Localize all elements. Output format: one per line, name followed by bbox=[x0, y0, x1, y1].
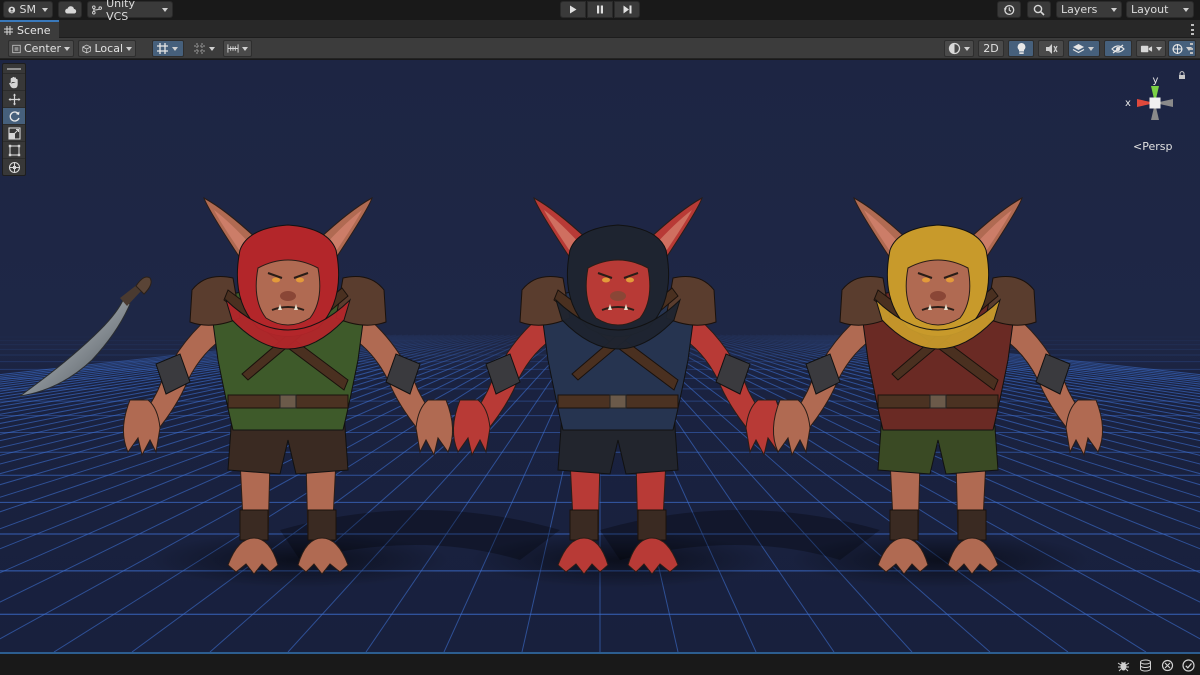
camera-dropdown[interactable] bbox=[1136, 40, 1166, 57]
layers-label: Layers bbox=[1061, 3, 1098, 16]
incremental-snap-icon bbox=[227, 44, 239, 53]
scene-toolbar: Center Local 2D bbox=[0, 38, 1200, 59]
incremental-snap-toggle[interactable] bbox=[223, 40, 252, 57]
autogenerate-icon[interactable] bbox=[1161, 659, 1174, 672]
draw-mode-icon bbox=[948, 42, 961, 55]
chevron-down-icon bbox=[172, 46, 178, 51]
pivot-center-icon bbox=[12, 44, 21, 53]
persp-label: Persp bbox=[1142, 140, 1173, 153]
layers-dropdown[interactable]: Layers bbox=[1056, 1, 1122, 18]
draw-mode-dropdown[interactable] bbox=[944, 40, 974, 57]
audio-icon bbox=[1045, 43, 1058, 54]
projection-toggle[interactable]: <Persp bbox=[1133, 140, 1172, 153]
tab-scene-label: Scene bbox=[17, 23, 51, 37]
window-tab-bar: Scene bbox=[0, 20, 1200, 38]
rect-tool[interactable] bbox=[3, 141, 25, 158]
pause-button[interactable] bbox=[587, 1, 613, 18]
chevron-down-icon bbox=[1088, 46, 1094, 51]
grid-snap-toggle[interactable] bbox=[152, 40, 184, 57]
pause-icon bbox=[597, 5, 603, 14]
grid-icon bbox=[194, 43, 205, 54]
hand-icon bbox=[8, 76, 18, 88]
cloud-icon bbox=[64, 6, 76, 14]
audio-toggle[interactable] bbox=[1038, 40, 1064, 57]
play-button[interactable] bbox=[560, 1, 586, 18]
chevron-down-icon bbox=[64, 46, 70, 51]
lock-icon[interactable] bbox=[1179, 71, 1185, 79]
lighting-icon bbox=[1017, 43, 1025, 54]
visibility-toggle[interactable] bbox=[1104, 40, 1132, 57]
playmode-controls bbox=[560, 1, 640, 18]
account-label: SM bbox=[19, 3, 36, 16]
check-icon[interactable] bbox=[1182, 659, 1195, 672]
scene-grid-icon bbox=[4, 25, 13, 35]
gizmo-y-label: y bbox=[1153, 75, 1159, 86]
chevron-down-icon bbox=[1111, 7, 1117, 12]
transform-icon bbox=[8, 161, 20, 173]
rotate-tool[interactable] bbox=[3, 107, 25, 124]
chevron-down-icon bbox=[1156, 46, 1162, 51]
scale-icon bbox=[7, 126, 21, 140]
more-icon[interactable] bbox=[1190, 43, 1193, 54]
visibility-icon bbox=[1111, 43, 1125, 54]
tab-scene[interactable]: Scene bbox=[0, 20, 59, 38]
pivot-label: Center bbox=[23, 42, 61, 55]
bug-icon[interactable] bbox=[1117, 659, 1130, 672]
local-cube-icon bbox=[82, 44, 92, 53]
effects-icon bbox=[1072, 43, 1085, 53]
chevron-down-icon bbox=[162, 7, 168, 12]
step-button[interactable] bbox=[614, 1, 640, 18]
lighting-toggle[interactable] bbox=[1008, 40, 1034, 57]
effects-dropdown[interactable] bbox=[1068, 40, 1100, 57]
gizmo-x-label: x bbox=[1125, 98, 1131, 109]
status-bar bbox=[0, 652, 1200, 675]
persp-prefix-icon: < bbox=[1133, 140, 1143, 153]
vcs-branch-icon bbox=[92, 5, 102, 14]
move-tool[interactable] bbox=[3, 90, 25, 107]
palette-grip[interactable] bbox=[3, 64, 25, 73]
tab-menu-icon[interactable] bbox=[1191, 24, 1194, 35]
chevron-down-icon bbox=[126, 46, 132, 51]
scale-tool[interactable] bbox=[3, 124, 25, 141]
search-icon bbox=[1033, 4, 1045, 16]
gizmo-center[interactable] bbox=[1149, 97, 1161, 109]
rotate-icon bbox=[9, 110, 20, 122]
layout-dropdown[interactable]: Layout bbox=[1126, 1, 1194, 18]
camera-icon bbox=[1140, 45, 1153, 52]
transform-tool[interactable] bbox=[3, 158, 25, 175]
move-icon bbox=[8, 93, 20, 105]
chevron-down-icon bbox=[209, 46, 215, 51]
layout-label: Layout bbox=[1131, 3, 1169, 16]
cache-icon[interactable] bbox=[1139, 659, 1152, 672]
chevron-down-icon bbox=[1183, 7, 1189, 12]
cloud-button[interactable] bbox=[58, 1, 82, 18]
chevron-down-icon bbox=[242, 46, 248, 51]
vcs-button[interactable]: Unity VCS bbox=[87, 0, 173, 23]
history-button[interactable] bbox=[997, 1, 1021, 18]
history-icon bbox=[1003, 4, 1015, 15]
gizmos-icon bbox=[1172, 43, 1183, 54]
grid-visibility-toggle[interactable] bbox=[189, 40, 219, 57]
mode-2d-toggle[interactable]: 2D bbox=[978, 40, 1004, 57]
step-icon bbox=[623, 5, 631, 14]
hand-tool[interactable] bbox=[3, 73, 25, 90]
tool-palette bbox=[2, 63, 26, 176]
space-dropdown[interactable]: Local bbox=[78, 40, 136, 57]
chevron-down-icon bbox=[964, 46, 970, 51]
mode-2d-label: 2D bbox=[983, 42, 999, 55]
chevron-down-icon bbox=[42, 7, 48, 12]
main-toolbar: SM Unity VCS Layers Layout bbox=[0, 0, 1200, 23]
grid-snap-icon bbox=[157, 43, 168, 54]
account-icon bbox=[8, 6, 16, 13]
scene-render bbox=[0, 196, 1200, 652]
play-icon bbox=[570, 5, 577, 14]
scene-viewport[interactable]: y x <Persp bbox=[0, 60, 1200, 652]
search-button[interactable] bbox=[1027, 1, 1051, 18]
pivot-dropdown[interactable]: Center bbox=[8, 40, 74, 57]
space-label: Local bbox=[94, 42, 123, 55]
rect-icon bbox=[8, 144, 20, 156]
account-button[interactable]: SM bbox=[3, 1, 53, 18]
